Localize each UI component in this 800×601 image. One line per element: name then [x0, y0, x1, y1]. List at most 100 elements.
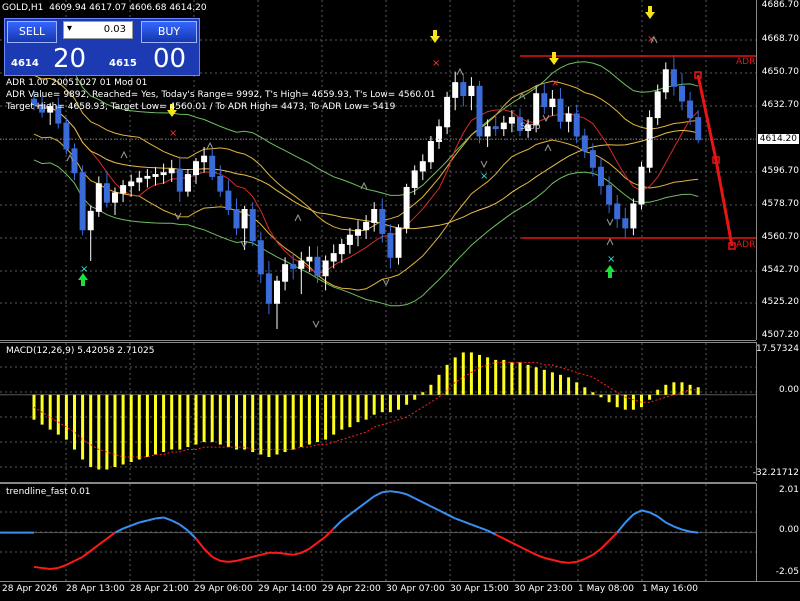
trendline-chart[interactable]: [0, 484, 756, 582]
trendline-segment: [163, 516, 173, 522]
bear-candle: [614, 203, 621, 220]
trendline-label: trendline_fast 0.01: [6, 487, 91, 497]
signal-cross: ×: [647, 34, 655, 45]
price-chart-panel[interactable]: × × × × × × × GOLD,H1 4609.94 4617.07 4606.68 …: [0, 0, 756, 341]
trendline-segment: [308, 541, 319, 550]
lot-value: 0.03: [103, 24, 126, 35]
bull-candle: [282, 264, 289, 282]
trendline-segment: [535, 553, 545, 559]
bull-candle: [508, 117, 515, 124]
fractal-up-marker: [544, 143, 552, 152]
adr-high-label: ADR: [736, 57, 756, 67]
price-tick: 4650.70: [761, 67, 799, 77]
trendline-segment: [332, 519, 343, 530]
time-tick: 29 Apr 14:00: [258, 584, 317, 594]
bull-candle: [646, 117, 653, 168]
signal-cross: ×: [551, 78, 559, 89]
signal-cross: ×: [607, 254, 615, 265]
fractal-up-marker: [206, 141, 214, 150]
macd-tick: -32.21712: [752, 468, 799, 478]
sell-price-box[interactable]: 4614 20: [7, 43, 101, 73]
bull-candle: [427, 140, 434, 163]
trendline-segment: [689, 530, 699, 534]
bull-candle: [436, 126, 442, 142]
bull-candle: [112, 192, 118, 203]
bear-candle: [598, 166, 604, 187]
trendline-segment: [479, 526, 488, 532]
bear-candle: [670, 69, 677, 87]
buy-button[interactable]: BUY: [141, 21, 197, 43]
slow-ma-line: [33, 104, 699, 230]
time-tick: 30 Apr 15:00: [450, 584, 509, 594]
bear-candle: [257, 240, 264, 275]
bull-candle: [371, 209, 378, 223]
trendline-segment: [584, 553, 594, 560]
bull-candle: [419, 161, 426, 172]
bear-candle: [476, 85, 483, 137]
fractal-up-marker: [456, 67, 464, 76]
trendline-segment: [568, 560, 577, 564]
trendline-segment: [503, 537, 513, 544]
ohlc-label: 4609.94 4617.07 4606.68 4614.20: [49, 3, 207, 13]
bull-candle: [144, 175, 151, 179]
time-tick: 30 Apr 07:00: [386, 584, 445, 594]
bull-candle: [355, 229, 361, 236]
bull-candle: [87, 210, 94, 231]
bull-candle: [160, 172, 167, 176]
bear-candle: [63, 122, 70, 150]
bear-candle: [79, 172, 86, 231]
sell-button[interactable]: SELL: [7, 21, 57, 43]
trendline-segment: [211, 555, 221, 562]
trendline-panel[interactable]: trendline_fast 0.01: [0, 483, 756, 582]
trendline-segment: [544, 556, 553, 561]
bull-candle: [565, 113, 572, 122]
trendline-segment: [57, 563, 67, 569]
trendline-segment: [519, 545, 529, 552]
trendline-segment: [228, 559, 237, 563]
time-tick: 1 May 08:00: [578, 584, 634, 594]
price-tick: 4542.70: [761, 265, 799, 275]
trendline-segment: [179, 523, 189, 532]
trendline-segment: [365, 495, 375, 504]
price-tick: 4578.70: [761, 199, 799, 209]
bull-candle: [298, 260, 305, 269]
bull-candle: [452, 82, 459, 98]
sell-signal-arrow: [645, 6, 655, 19]
bear-candle: [379, 209, 386, 234]
bull-candle: [306, 256, 313, 262]
one-click-trading-panel[interactable]: SELL ▾ 0.03 BUY 4614 20 4615 00: [4, 18, 200, 76]
bear-candle: [265, 273, 272, 304]
bear-candle: [103, 183, 110, 203]
price-axis[interactable]: 4686.70 4668.70 4650.70 4632.70 4614.20 …: [756, 0, 800, 340]
trendline-segment: [90, 543, 100, 552]
macd-panel[interactable]: MACD(12,26,9) 5.42058 2.71025: [0, 342, 756, 483]
signal-cross: ×: [432, 58, 440, 69]
trend-tick: 0.00: [778, 525, 799, 535]
trendline-segment: [398, 491, 407, 496]
bull-candle: [403, 186, 410, 229]
bull-candle: [136, 177, 143, 183]
trendline-segment: [341, 513, 351, 522]
bear-candle: [387, 232, 394, 258]
trendline-axis: 2.01 0.00 -2.05: [756, 483, 800, 581]
lot-size-field[interactable]: ▾ 0.03: [63, 21, 133, 39]
trendline-segment: [616, 521, 627, 534]
bull-candle: [363, 221, 370, 231]
macd-chart[interactable]: [0, 343, 756, 482]
trendline-segment: [106, 531, 116, 540]
trend-tick: -2.05: [775, 567, 799, 577]
macd-tick: 17.57324: [756, 344, 799, 354]
bear-candle: [290, 264, 297, 269]
trendline-segment: [406, 493, 416, 500]
bull-candle: [193, 161, 199, 176]
macd-label: MACD(12,26,9) 5.42058 2.71025: [6, 346, 155, 356]
trendline-segment: [171, 519, 181, 526]
buy-price-box[interactable]: 4615 00: [105, 43, 197, 73]
trendline-segment: [414, 497, 424, 504]
bear-candle: [209, 155, 216, 177]
trendline-segment: [641, 509, 650, 514]
adr-low-label: ADR: [736, 240, 756, 250]
lot-down-icon[interactable]: ▾: [67, 23, 72, 34]
trendline-segment: [527, 549, 537, 556]
stop-label: Stop: [520, 122, 541, 132]
